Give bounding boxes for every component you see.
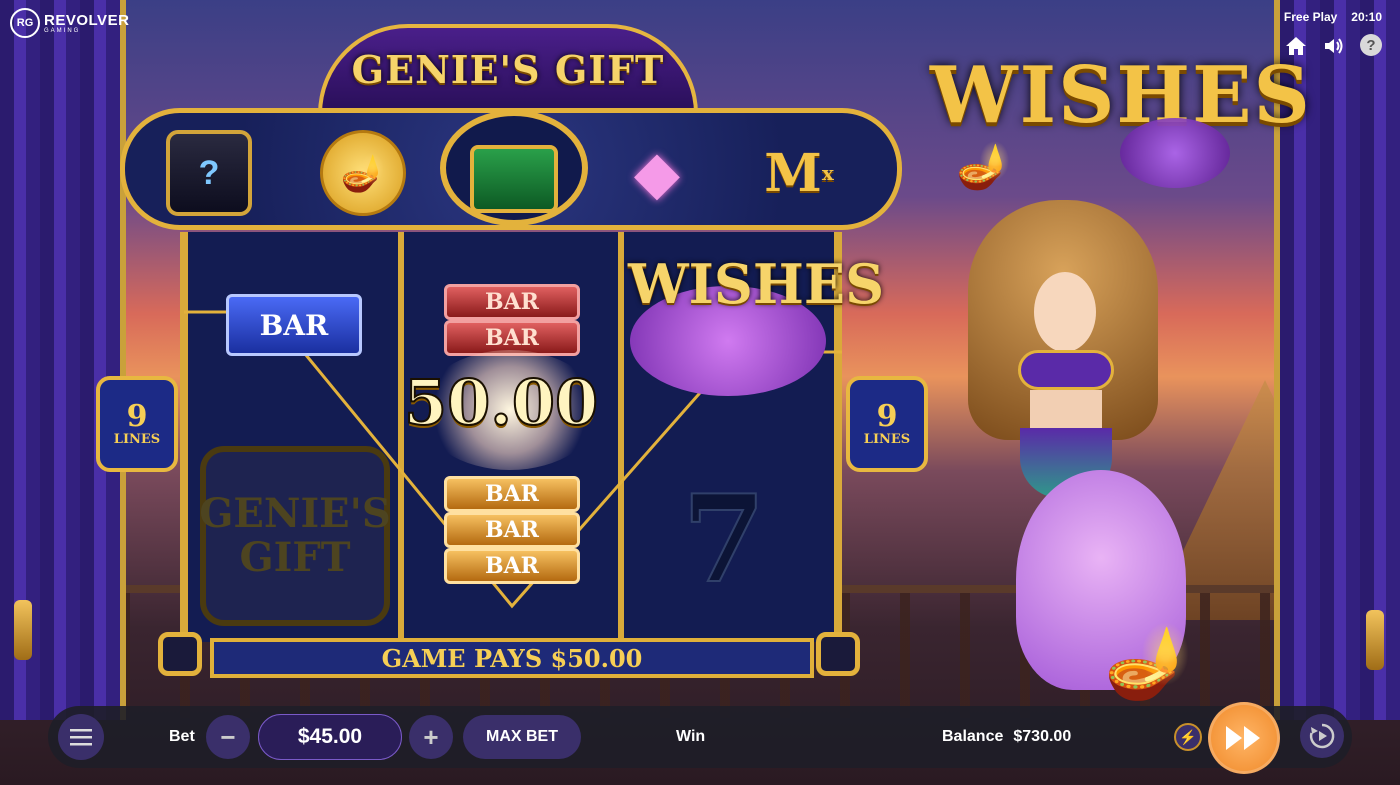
- magic-lamp-icon: 🪔: [1104, 623, 1192, 701]
- max-bet-button[interactable]: MAX BET: [463, 715, 581, 759]
- game-pays-banner: GAME PAYS $50.00: [210, 638, 814, 678]
- balance-value: $730.00: [1013, 728, 1072, 745]
- wishes-symbol: WISHES: [628, 252, 885, 316]
- lines-number: 9: [876, 398, 898, 434]
- menu-button[interactable]: [58, 714, 104, 760]
- purple-smoke: [1120, 118, 1230, 188]
- balance-label: Balance: [942, 728, 1004, 745]
- wishes-feature-title: WISHES: [930, 50, 1312, 141]
- gold-bar-symbol: BAR: [444, 476, 580, 512]
- gold-bar-symbol: BAR: [444, 512, 580, 548]
- blue-bar-symbol: BAR: [226, 294, 362, 356]
- bet-label: Bet: [169, 728, 195, 745]
- magic-lamp-icon: 🪔: [956, 142, 1011, 191]
- lines-number: 9: [126, 398, 148, 434]
- spin-button[interactable]: [1208, 702, 1280, 774]
- red-bar-symbol: BAR: [444, 284, 580, 320]
- lines-label: LINES: [863, 431, 911, 447]
- lines-label: LINES: [113, 431, 161, 447]
- lines-indicator-right: 9 LINES: [846, 376, 928, 472]
- gold-bar-symbol: BAR: [444, 548, 580, 584]
- hamburger-icon: [70, 729, 92, 746]
- bet-value: $45.00: [258, 714, 402, 760]
- genies-gift-symbol: GENIE'S GIFT: [199, 446, 391, 626]
- bet-decrease-button[interactable]: −: [206, 715, 250, 759]
- frame-corner: [158, 632, 202, 676]
- autoplay-button[interactable]: [1300, 714, 1344, 758]
- fast-forward-icon: [1226, 726, 1260, 750]
- bet-increase-button[interactable]: +: [409, 715, 453, 759]
- lines-indicator-left: 9 LINES: [96, 376, 178, 472]
- frame-corner: [816, 632, 860, 676]
- win-label: Win: [676, 728, 706, 745]
- balance-display: Balance $730.00: [942, 728, 1071, 746]
- autoplay-icon: [1309, 723, 1335, 749]
- win-amount: 50.00: [403, 365, 599, 440]
- turbo-lightning-icon[interactable]: ⚡: [1174, 723, 1202, 751]
- genie-character: [968, 200, 1158, 500]
- seven-symbol: 7: [681, 468, 767, 611]
